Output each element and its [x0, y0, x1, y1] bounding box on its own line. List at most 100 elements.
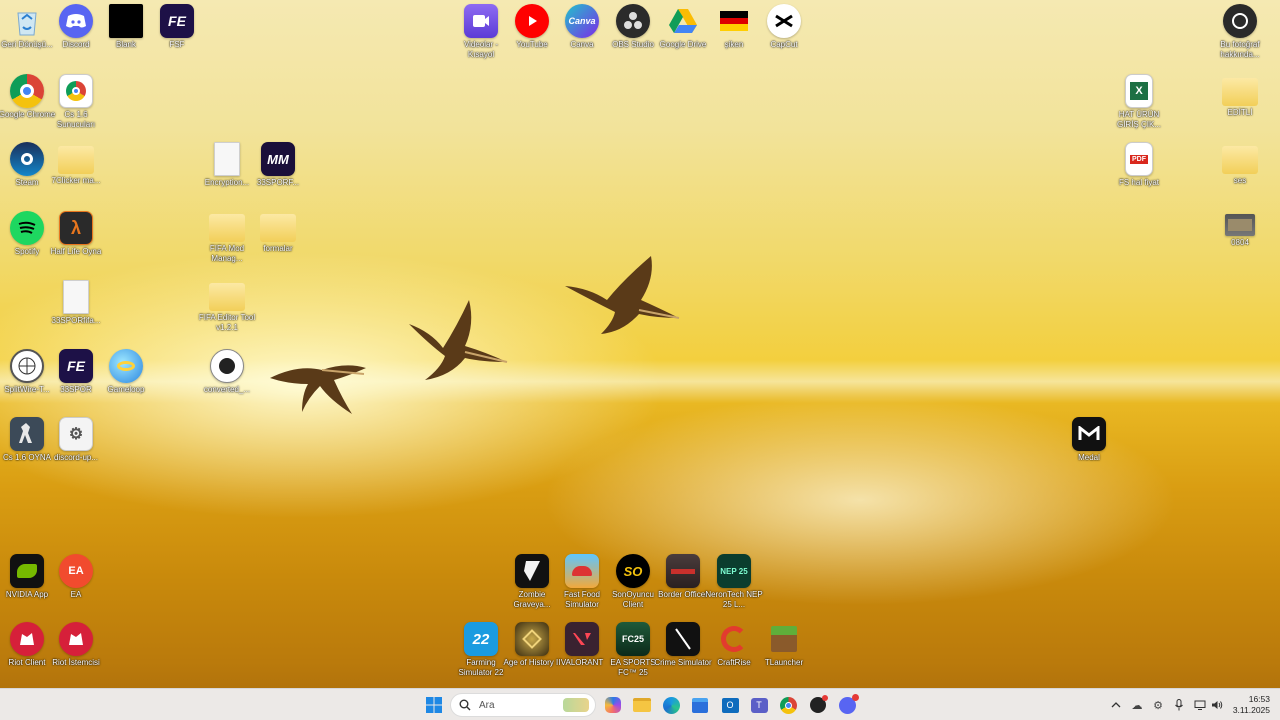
desktop-icon-farming-simulator[interactable]: 22 Farming Simulator 22: [454, 622, 508, 677]
desktop-icon-obs[interactable]: OBS Studio: [606, 4, 660, 50]
desktop-icon-cs-sunuculari[interactable]: Cs 1.6 Sunucuları: [49, 74, 103, 129]
clock-time: 16:53: [1248, 694, 1270, 704]
tray-network[interactable]: [1193, 698, 1207, 712]
chevron-up-icon: [1111, 702, 1121, 708]
fe-icon: FE: [160, 4, 194, 38]
desktop-icon-0804[interactable]: 0804: [1213, 214, 1267, 248]
desktop-icon-siken[interactable]: şiken: [707, 4, 761, 50]
desktop-icon-fs-hal-fiyat[interactable]: PDF FS hal fiyat: [1112, 142, 1166, 188]
desktop-icon-formalar[interactable]: formalar: [251, 214, 305, 254]
nep-icon: NEP 25: [717, 554, 751, 588]
settings-file-icon: ⚙: [59, 417, 93, 451]
splitwire-icon: [10, 349, 44, 383]
desktop-icon-craftrise[interactable]: CraftRise: [707, 622, 761, 668]
desktop-icon-33sporfifa[interactable]: 33SPORfifa...: [49, 280, 103, 326]
chrome-icon: [779, 696, 797, 714]
desktop-icon-hat-urun[interactable]: X HAT ÜRÜN GİRİŞ ÇIK...: [1112, 74, 1166, 129]
desktop-icon-age-of-history[interactable]: Age of History II: [504, 622, 560, 668]
desktop-icon-sonoyuncu[interactable]: SO SonOyuncu Client: [606, 554, 660, 609]
icon-label: converted_...: [203, 385, 251, 394]
desktop-icon-encryption[interactable]: Encryption...: [200, 142, 254, 188]
desktop-icon-editli[interactable]: EDİTLİ: [1213, 78, 1267, 118]
start-button[interactable]: [424, 695, 444, 715]
blank-icon: [109, 4, 143, 38]
taskbar-clock[interactable]: 16:53 3.11.2025: [1230, 694, 1270, 716]
desktop-icon-nerontech[interactable]: NEP 25 NeronTech NEP 25 L...: [705, 554, 763, 609]
desktop-icon-youtube[interactable]: YouTube: [505, 4, 559, 50]
windows-icon: [426, 697, 442, 713]
desktop-icon-discord[interactable]: Discord: [49, 4, 103, 50]
taskbar-discord[interactable]: [837, 693, 859, 715]
nvidia-icon: [10, 554, 44, 588]
desktop-icon-converted[interactable]: converted_...: [200, 349, 254, 395]
tray-app[interactable]: ⚙: [1151, 698, 1165, 712]
desktop-icon-ses[interactable]: ses: [1213, 146, 1267, 186]
outlook-icon: O: [721, 697, 739, 713]
discord-icon: [838, 693, 859, 714]
edge-icon: [662, 696, 680, 714]
sonoyuncu-icon: SO: [616, 554, 650, 588]
icon-label: CapCut: [770, 40, 798, 49]
zombie-icon: [515, 554, 549, 588]
desktop-icon-valorant[interactable]: VALORANT: [555, 622, 609, 668]
desktop-icon-discord-up[interactable]: ⚙ discord-up...: [49, 417, 103, 463]
taskbar-app[interactable]: [808, 695, 828, 715]
icon-label: Cs 1.6 Sunucuları: [56, 110, 96, 129]
desktop-icon-border-officer[interactable]: Border Officer: [656, 554, 710, 600]
icon-label: NeronTech NEP 25 L...: [705, 590, 763, 609]
taskbar-outlook[interactable]: O: [720, 695, 740, 715]
taskbar-copilot[interactable]: [603, 695, 623, 715]
desktop-icon-zombie[interactable]: Zombie Graveya...: [505, 554, 559, 609]
desktop-icon-google-drive[interactable]: Google Drive: [656, 4, 710, 50]
age-of-history-icon: [515, 622, 549, 656]
mm-icon: MM: [261, 142, 295, 176]
taskbar-teams[interactable]: T: [749, 695, 769, 715]
desktop-icon-canva[interactable]: Canva Canva: [555, 4, 609, 50]
desktop-icon-ea[interactable]: EA EA: [49, 554, 103, 600]
taskbar: Ara O T ☁ ⚙ 16:53 3.11.2025: [0, 688, 1280, 720]
show-hidden-icons-button[interactable]: [1109, 698, 1123, 712]
desktop-icon-fc25[interactable]: FC25 EA SPORTS FC™ 25: [606, 622, 660, 677]
desktop-icon-tlauncher[interactable]: TLauncher: [757, 622, 811, 668]
chrome-icon: [10, 74, 44, 108]
icon-label: 7Clicker ma...: [51, 176, 101, 185]
tray-volume[interactable]: [1210, 698, 1224, 712]
folder-icon: [209, 214, 245, 242]
icon-label: 33SPORF...: [256, 178, 300, 187]
icon-label: HAT ÜRÜN GİRİŞ ÇIK...: [1116, 110, 1161, 129]
desktop-icon-33sporf[interactable]: MM 33SPORF...: [251, 142, 305, 188]
icon-label: FSF: [169, 40, 185, 49]
tray-microphone[interactable]: [1172, 698, 1186, 712]
icon-label: ses: [1233, 176, 1247, 185]
search-highlight-icon: [563, 698, 589, 712]
desktop-icon-riot-istemcisi[interactable]: Riot İstemcisi: [49, 622, 103, 668]
desktop-icon-about-photo[interactable]: Bu fotoğraf hakkında...: [1213, 4, 1267, 59]
desktop-icon-medal[interactable]: Medal: [1062, 417, 1116, 463]
tray-cloud[interactable]: ☁: [1130, 698, 1144, 712]
desktop-icon-fifa-editor-tool[interactable]: FIFA Editor Tool v1.2.1: [199, 283, 255, 332]
desktop-icon-videolar[interactable]: Videolar - Kısayol: [454, 4, 508, 59]
desktop-icon-33spor[interactable]: FE 33SPOR: [49, 349, 103, 395]
desktop-icon-half-life[interactable]: λ Half Life Oyna: [49, 211, 103, 257]
taskbar-edge[interactable]: [661, 695, 681, 715]
taskbar-chrome[interactable]: [778, 695, 798, 715]
counter-strike-icon: [10, 417, 44, 451]
desktop-icon-7clicker[interactable]: 7Clicker ma...: [49, 146, 103, 186]
youtube-icon: [515, 4, 549, 38]
taskbar-file-explorer[interactable]: [632, 695, 652, 715]
icon-label: FS hal fiyat: [1118, 178, 1159, 187]
desktop-icon-capcut[interactable]: CapCut: [757, 4, 811, 50]
taskbar-store[interactable]: [690, 695, 710, 715]
desktop-icon-fifa-mod-manager[interactable]: FIFA Mod Manag...: [200, 214, 254, 263]
farming-icon: 22: [464, 622, 498, 656]
cloud-icon: ☁: [1131, 699, 1143, 712]
taskbar-search[interactable]: Ara: [450, 693, 596, 717]
desktop-icon-blank[interactable]: Blank: [99, 4, 153, 50]
desktop-icon-fsf[interactable]: FE FSF: [150, 4, 204, 50]
icon-label: 0804: [1231, 238, 1249, 247]
google-drive-icon: [666, 4, 700, 38]
desktop-icon-crime-simulator[interactable]: Crime Simulator: [654, 622, 712, 668]
desktop-icon-fast-food[interactable]: Fast Food Simulator: [555, 554, 609, 609]
ea-icon: EA: [59, 554, 93, 588]
desktop-icon-gameloop[interactable]: Gameloop: [99, 349, 153, 395]
